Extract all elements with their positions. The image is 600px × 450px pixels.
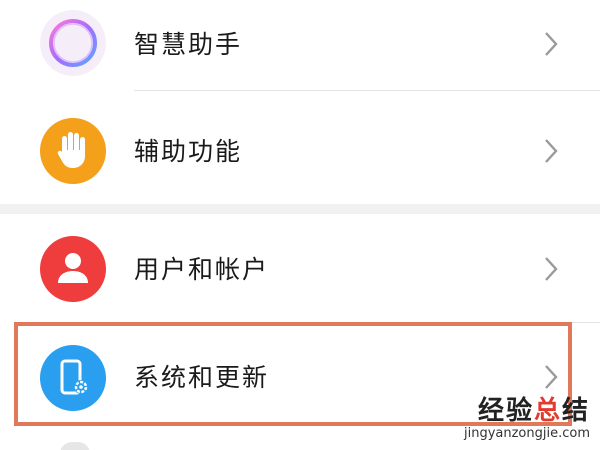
- watermark-accent: 总: [533, 396, 562, 426]
- divider: [134, 90, 600, 91]
- watermark: 经验总结 jingyanzongjie.com: [464, 396, 590, 442]
- divider: [134, 322, 600, 323]
- settings-item-accessibility[interactable]: 辅助功能: [0, 100, 600, 204]
- next-item-icon-partial: [60, 442, 90, 450]
- settings-screen: 智慧助手 辅助功能 用户和帐户 系统和更新 经验总结 jingyanzongji…: [0, 0, 600, 450]
- chevron-right-icon: [540, 254, 562, 284]
- user-icon: [40, 236, 106, 302]
- assistant-ring-icon: [40, 10, 106, 76]
- watermark-part-2: 结: [561, 396, 590, 426]
- settings-item-label: 智慧助手: [134, 30, 243, 59]
- settings-item-label: 辅助功能: [134, 137, 243, 166]
- watermark-part-1: 经验: [477, 396, 534, 426]
- chevron-right-icon: [540, 29, 562, 59]
- chevron-right-icon: [540, 136, 562, 166]
- chevron-right-icon: [540, 362, 562, 392]
- phone-gear-icon: [40, 345, 106, 411]
- settings-item-users-accounts[interactable]: 用户和帐户: [0, 214, 600, 320]
- watermark-title: 经验总结: [464, 396, 590, 426]
- hand-icon: [40, 118, 106, 184]
- settings-item-label: 系统和更新: [134, 363, 270, 392]
- settings-item-label: 用户和帐户: [134, 255, 270, 284]
- settings-item-smart-assistant[interactable]: 智慧助手: [0, 0, 600, 94]
- watermark-url: jingyanzongjie.com: [463, 426, 590, 441]
